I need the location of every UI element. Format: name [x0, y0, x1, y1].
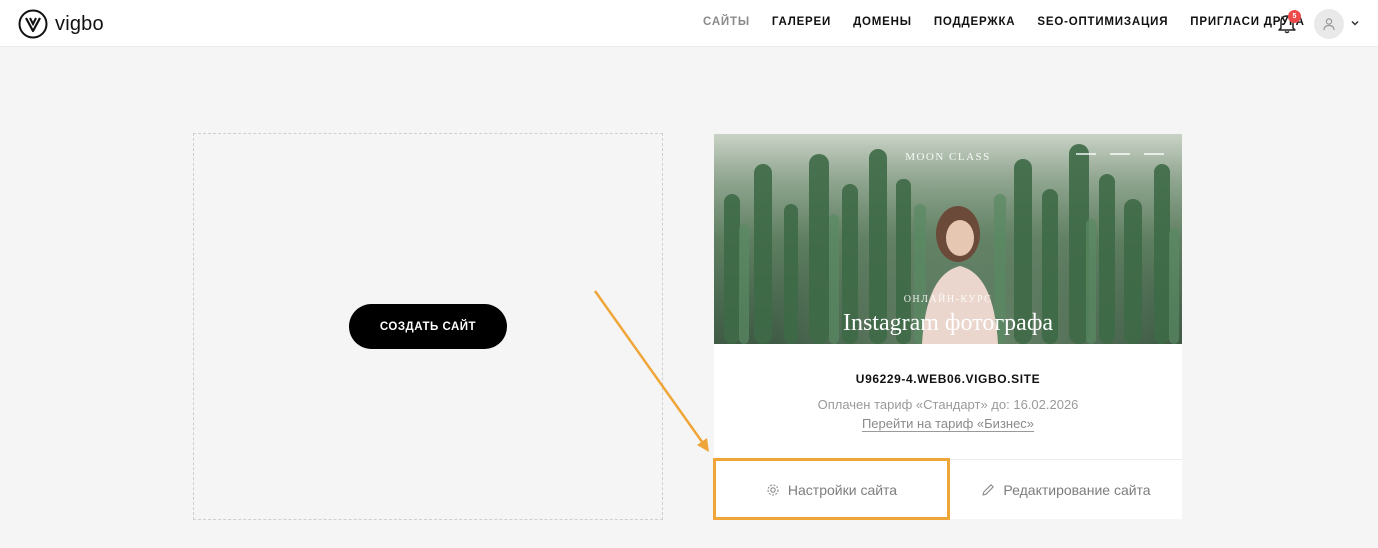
nav-sites[interactable]: САЙТЫ [703, 16, 750, 28]
preview-menu [1076, 153, 1164, 155]
tariff-status: Оплачен тариф «Стандарт» до: 16.02.2026 [817, 397, 1079, 412]
upgrade-tariff-link-text[interactable]: Перейти на тариф «Бизнес» [861, 416, 1035, 432]
edit-site-label: Редактирование сайта [1003, 481, 1151, 498]
nav-galleries[interactable]: ГАЛЕРЕИ [772, 16, 831, 28]
nav-support[interactable]: ПОДДЕРЖКА [934, 16, 1016, 28]
logo[interactable]: vigbo [18, 9, 104, 39]
main-nav: САЙТЫ ГАЛЕРЕИ ДОМЕНЫ ПОДДЕРЖКА SEO-ОПТИМ… [703, 16, 1327, 28]
upgrade-tariff-link[interactable]: Перейти на тариф «Бизнес» [714, 416, 1182, 432]
preview-subtitle: ОНЛАЙН-КУРС [903, 294, 993, 305]
nav-seo[interactable]: SEO-ОПТИМИЗАЦИЯ [1037, 16, 1168, 28]
pencil-icon [982, 483, 995, 496]
avatar[interactable] [1314, 9, 1344, 39]
top-header: vigbo САЙТЫ ГАЛЕРЕИ ДОМЕНЫ ПОДДЕРЖКА SEO… [0, 0, 1378, 47]
create-site-button[interactable]: СОЗДАТЬ САЙТ [349, 304, 507, 349]
nav-domains[interactable]: ДОМЕНЫ [853, 16, 912, 28]
edit-site-button[interactable]: Редактирование сайта [949, 460, 1182, 519]
notification-badge: 5 [1288, 10, 1301, 23]
user-icon [1323, 18, 1335, 31]
settings-highlight-frame [713, 458, 950, 520]
logo-text: vigbo [55, 12, 104, 35]
vigbo-logo-icon [18, 9, 48, 39]
site-preview-image[interactable]: MOON CLASS ОНЛАЙН-КУРС Instagram фотогра… [714, 134, 1182, 344]
chevron-down-icon[interactable] [1350, 18, 1360, 28]
preview-title: Instagram фотографа [842, 310, 1054, 336]
site-domain[interactable]: U96229-4.WEB06.VIGBO.SITE [714, 372, 1182, 386]
